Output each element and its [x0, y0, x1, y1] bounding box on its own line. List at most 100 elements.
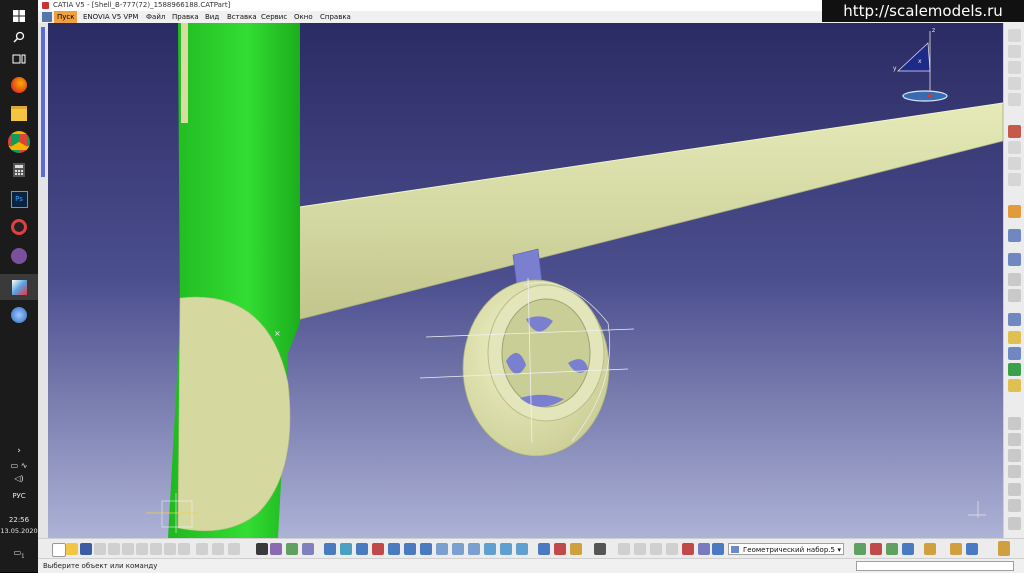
snap-icon[interactable]	[570, 543, 582, 555]
search-icon[interactable]	[7, 25, 31, 49]
menu-enovia[interactable]: ENOVIA V5 VPM	[80, 11, 141, 23]
open-file-icon[interactable]	[66, 543, 78, 555]
calculator-icon[interactable]	[7, 158, 31, 182]
chevron-up-icon[interactable]: ›	[0, 446, 38, 456]
clock-date[interactable]: 13.05.2020	[0, 527, 38, 535]
specification-tree-scrollbar[interactable]	[38, 23, 48, 538]
tool-icon[interactable]	[924, 543, 936, 555]
photoshop-icon[interactable]: Ps	[7, 187, 31, 211]
whats-this-icon[interactable]	[178, 543, 190, 555]
toolbar-tool-icon[interactable]	[1008, 465, 1021, 478]
command-input[interactable]	[856, 561, 1014, 571]
equation-icon[interactable]	[634, 543, 646, 555]
fly-mode-icon[interactable]	[324, 543, 336, 555]
menu-edit[interactable]: Правка	[169, 11, 202, 23]
extrude-icon[interactable]	[1008, 313, 1021, 326]
clock-time[interactable]: 22:56	[0, 516, 38, 524]
menu-view[interactable]: Вид	[202, 11, 222, 23]
sketch-icon[interactable]	[1008, 125, 1021, 138]
comment-icon[interactable]	[228, 543, 240, 555]
swap-space-icon[interactable]	[500, 543, 512, 555]
network-icon[interactable]: ▭ ∿	[0, 461, 38, 470]
tool-icon[interactable]	[902, 543, 914, 555]
menu-tools[interactable]: Сервис	[258, 11, 290, 23]
x-icon[interactable]	[682, 543, 694, 555]
new-file-icon[interactable]	[52, 543, 66, 557]
model-canvas[interactable]: × y x z	[48, 23, 1003, 538]
copy-icon[interactable]	[122, 543, 134, 555]
measure-icon[interactable]	[286, 543, 298, 555]
select-icon[interactable]	[698, 543, 710, 555]
menu-start[interactable]: Пуск	[54, 11, 78, 23]
toolbar-tool-icon[interactable]	[1008, 45, 1021, 58]
chrome-icon[interactable]	[7, 130, 31, 154]
cut-icon[interactable]	[108, 543, 120, 555]
catia-taskbar-icon[interactable]	[0, 274, 38, 300]
toolbar-tool-icon[interactable]	[1008, 29, 1021, 42]
catalog-icon[interactable]	[270, 543, 282, 555]
task-view-icon[interactable]	[7, 47, 31, 71]
toolbar-tool-icon[interactable]	[1008, 449, 1021, 462]
file-explorer-icon[interactable]	[7, 101, 31, 125]
grid-icon[interactable]	[554, 543, 566, 555]
tree-scroll-thumb[interactable]	[41, 27, 45, 177]
language-indicator[interactable]: РУС	[0, 492, 38, 500]
sweep-icon[interactable]	[1008, 253, 1021, 266]
zoom-in-icon[interactable]	[388, 543, 400, 555]
recorder-icon[interactable]	[7, 215, 31, 239]
pad-icon[interactable]	[1008, 205, 1021, 218]
toolbar-tool-icon[interactable]	[1008, 141, 1021, 154]
fit-all-icon[interactable]	[340, 543, 352, 555]
toolbar-tool-icon[interactable]	[1008, 77, 1021, 90]
toolbar-tool-icon[interactable]	[1008, 483, 1021, 496]
firefox-icon[interactable]	[7, 73, 31, 97]
toolbar-tool-icon[interactable]	[1008, 273, 1021, 286]
save-icon[interactable]	[80, 543, 92, 555]
toolbar-tool-icon[interactable]	[1008, 93, 1021, 106]
viber-icon[interactable]	[7, 244, 31, 268]
hide-show-icon[interactable]	[484, 543, 496, 555]
tool-icon[interactable]	[886, 543, 898, 555]
chevron-down-icon[interactable]: ▾	[837, 544, 841, 556]
trim-icon[interactable]	[1008, 379, 1021, 392]
join-icon[interactable]	[1008, 363, 1021, 376]
redo-icon[interactable]	[164, 543, 176, 555]
normal-view-icon[interactable]	[420, 543, 432, 555]
constraint-icon[interactable]	[666, 543, 678, 555]
toolbar-tool-icon[interactable]	[1008, 499, 1021, 512]
geometric-set-select[interactable]: Геометрический набор.5 ▾	[728, 543, 844, 555]
geometric-set-icon[interactable]	[712, 543, 724, 555]
measure-value-icon[interactable]	[650, 543, 662, 555]
multi-view-icon[interactable]	[436, 543, 448, 555]
render-icon[interactable]	[516, 543, 528, 555]
toolbar-tool-icon[interactable]	[1008, 417, 1021, 430]
toolbar-tool-icon[interactable]	[1008, 173, 1021, 186]
shading-icon[interactable]	[468, 543, 480, 555]
toolbar-tool-icon[interactable]	[1008, 433, 1021, 446]
camera-icon[interactable]	[594, 543, 606, 555]
menu-help[interactable]: Справка	[317, 11, 354, 23]
spiral-icon[interactable]	[618, 543, 630, 555]
surface-icon[interactable]	[1008, 229, 1021, 242]
analysis-icon[interactable]	[302, 543, 314, 555]
formula-icon[interactable]	[212, 543, 224, 555]
menu-window[interactable]: Окно	[291, 11, 316, 23]
print-icon[interactable]	[94, 543, 106, 555]
other-app-icon[interactable]	[7, 303, 31, 327]
volume-icon[interactable]: ◁)	[0, 474, 38, 483]
tool-icon[interactable]	[966, 543, 978, 555]
blend-icon[interactable]	[1008, 347, 1021, 360]
zoom-out-icon[interactable]	[404, 543, 416, 555]
toolbar-tool-icon[interactable]	[1008, 289, 1021, 302]
toolbar-tool-icon[interactable]	[1008, 61, 1021, 74]
tool-icon[interactable]	[950, 543, 962, 555]
fill-icon[interactable]	[1008, 331, 1021, 344]
action-center-icon[interactable]: ▭1	[0, 548, 38, 560]
iso-view-icon[interactable]	[452, 543, 464, 555]
3d-viewport[interactable]: × y x z	[48, 23, 1003, 538]
tool-icon[interactable]	[870, 543, 882, 555]
tool-icon[interactable]	[854, 543, 866, 555]
update-icon[interactable]	[196, 543, 208, 555]
axis-system-icon[interactable]	[538, 543, 550, 555]
menu-insert[interactable]: Вставка	[224, 11, 260, 23]
